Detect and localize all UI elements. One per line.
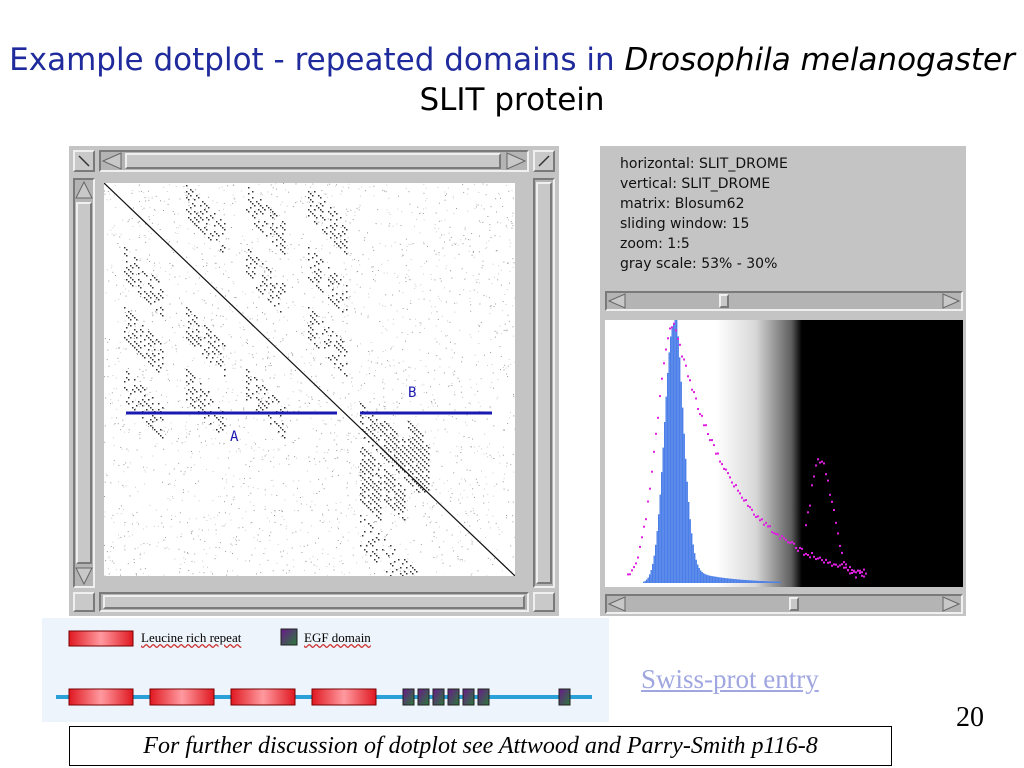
domain-a-label: A (230, 429, 239, 445)
dotplot-left-scrollbar[interactable] (73, 178, 95, 588)
corner-button-bottom-right[interactable] (533, 592, 555, 612)
swiss-prot-link[interactable]: Swiss-prot entry (641, 664, 819, 695)
domain-b-label: B (408, 385, 416, 401)
egf-legend-label: EGF domain (304, 630, 371, 645)
param-horizontal: horizontal: SLIT_DROME (620, 156, 788, 172)
parameter-list: horizontal: SLIT_DROME vertical: SLIT_DR… (620, 154, 788, 274)
dotplot-window: A B (69, 146, 559, 616)
slider-arrows-icon (607, 293, 961, 309)
dotplot-bottom-scrollbar[interactable] (99, 592, 529, 612)
egf-domain-1 (402, 688, 415, 706)
dotplot-right-scrollbar[interactable] (533, 178, 555, 588)
upper-threshold-thumb[interactable] (719, 294, 729, 308)
slide-title: Example dotplot - repeated domains in Dr… (0, 40, 1024, 120)
lower-threshold-slider[interactable] (605, 594, 963, 614)
dotplot-top-scroll-thumb[interactable] (125, 153, 501, 169)
egf-domain-6 (477, 688, 490, 706)
lower-threshold-thumb[interactable] (789, 597, 799, 611)
lrr-domain-3 (230, 688, 296, 706)
param-grayscale: gray scale: 53% - 30% (620, 256, 778, 272)
dotplot-bottom-scroll-thumb[interactable] (103, 595, 525, 609)
corner-button-bottom-left[interactable] (73, 592, 95, 612)
lrr-domain-2 (149, 688, 215, 706)
title-species: Drosophila melanogaster (624, 42, 1015, 78)
title-part1: Example dotplot - repeated domains in (9, 42, 625, 78)
param-matrix: matrix: Blosum62 (620, 196, 745, 212)
upper-threshold-slider[interactable] (605, 291, 963, 311)
lrr-legend-label: Leucine rich repeat (141, 630, 242, 645)
egf-domain-5 (462, 688, 475, 706)
dotplot-top-scrollbar[interactable] (99, 150, 529, 172)
corner-button-top-right[interactable] (533, 150, 555, 172)
lrr-legend-box (68, 630, 134, 647)
param-window: sliding window: 15 (620, 216, 750, 232)
egf-domain-3 (432, 688, 445, 706)
lrr-domain-1 (68, 688, 134, 706)
param-vertical: vertical: SLIT_DROME (620, 176, 771, 192)
domain-legend: Leucine rich repeat EGF domain (42, 618, 609, 722)
lrr-domain-4 (311, 688, 377, 706)
egf-domain-4 (447, 688, 460, 706)
egf-domain-2 (417, 688, 430, 706)
title-part2: SLIT protein (419, 82, 605, 118)
dotplot-right-scroll-thumb[interactable] (536, 182, 552, 584)
page-number: 20 (956, 702, 984, 733)
footnote: For further discussion of dotplot see At… (69, 726, 892, 766)
dotplot-canvas: A B (104, 183, 515, 576)
egf-domain-7 (558, 688, 571, 706)
egf-legend-box (280, 628, 298, 646)
diagonal-arrow-icon (78, 155, 90, 167)
dotplot-left-scroll-thumb[interactable] (76, 202, 92, 564)
score-histogram (605, 320, 963, 587)
diagonal-arrow-icon (538, 155, 550, 167)
slider-arrows-icon (607, 596, 961, 612)
main-diagonal (104, 183, 515, 576)
param-zoom: zoom: 1:5 (620, 236, 690, 252)
corner-button-top-left[interactable] (73, 150, 95, 172)
